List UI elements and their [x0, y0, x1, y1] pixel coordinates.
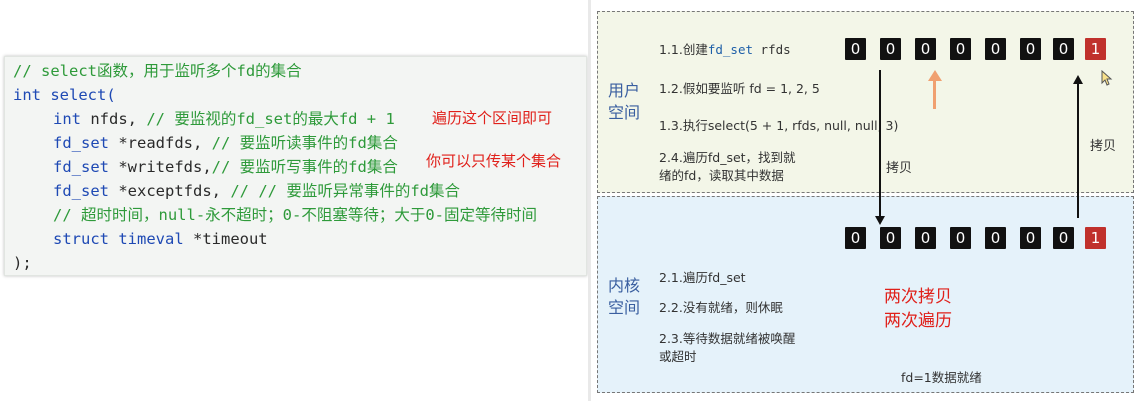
- copy-down-label: 拷贝: [886, 161, 913, 176]
- step-1-1-prefix: 1.1.创建: [659, 42, 708, 57]
- user-bit-2: 0: [915, 38, 936, 60]
- user-bit-5: 0: [1020, 38, 1041, 60]
- user-bit-1: 0: [880, 38, 901, 60]
- summary-two-copies: 两次拷贝: [884, 287, 952, 307]
- copy-down-arrow-line: [879, 70, 881, 218]
- code-param-exceptfds: *exceptfds,: [109, 182, 231, 200]
- copy-up-label: 拷贝: [1090, 139, 1117, 154]
- code-keyword-int-nfds: int: [53, 110, 81, 128]
- code-line-close: );: [13, 254, 32, 272]
- code-type-timeval: timeval: [109, 230, 184, 248]
- user-bit-6: 0: [1053, 38, 1074, 60]
- summary-two-traversals: 两次遍历: [884, 311, 952, 331]
- step-2-4-line1: 2.4.遍历fd_set，找到就: [659, 150, 796, 165]
- kernel-bit-6: 0: [1053, 227, 1074, 249]
- code-param-writefds: *writefds,: [109, 158, 212, 176]
- step-1-1-type: fd_set: [707, 42, 754, 57]
- copy-up-arrow-line: [1077, 83, 1079, 218]
- code-line-nfds: int nfds, // 要监视的fd_set的最大fd + 1: [53, 107, 395, 131]
- step-2-1: 2.1.遍历fd_set: [659, 270, 746, 285]
- step-1-2: 1.2.假如要监听 fd = 1, 2, 5: [659, 81, 820, 96]
- code-line-timeout: struct timeval *timeout: [53, 227, 268, 251]
- copy-down-arrowhead-icon: [875, 216, 885, 225]
- code-line-writefds: fd_set *writefds,// 要监听写事件的fd集合: [53, 155, 398, 179]
- kernel-bit-2: 0: [915, 227, 936, 249]
- kernel-bit-7: 1: [1085, 227, 1106, 249]
- note-pass-any-set: 你可以只传某个集合: [426, 152, 562, 170]
- user-space-label: 用户 空间: [604, 80, 644, 124]
- kernel-bit-5: 0: [1020, 227, 1041, 249]
- step-2-4-line2: 绪的fd，读取其中数据: [659, 168, 784, 183]
- copy-up-arrowhead-icon: [1073, 75, 1083, 84]
- code-type-readfds: fd_set: [53, 134, 109, 152]
- summary-note: 两次拷贝 两次遍历: [884, 285, 952, 333]
- code-type-exceptfds: fd_set: [53, 182, 109, 200]
- code-line-signature: int select(: [13, 83, 116, 107]
- user-bit-4: 0: [985, 38, 1006, 60]
- code-keyword-int: int: [13, 86, 41, 104]
- code-comment-select: // select函数，用于监听多个fd的集合: [13, 62, 302, 80]
- kernel-space-label-line2: 空间: [607, 298, 640, 317]
- step-1-1-var: rfds: [753, 42, 791, 57]
- step-2-3-line1: 2.3.等待数据就绪被唤醒: [659, 331, 796, 346]
- user-space-label-line1: 用户: [607, 81, 640, 100]
- code-line-exceptfds: fd_set *exceptfds, // // 要监听异常事件的fd集合: [53, 179, 460, 203]
- fd-ready-note: fd=1数据就绪: [901, 370, 982, 385]
- kernel-space-label: 内核 空间: [604, 275, 644, 319]
- step-2-4: 2.4.遍历fd_set，找到就 绪的fd，读取其中数据: [659, 149, 796, 185]
- code-keyword-struct: struct: [53, 230, 109, 248]
- panel-divider: [588, 0, 591, 401]
- step-1-1: 1.1.创建fd_set rfds: [659, 41, 791, 59]
- user-bit-0: 0: [845, 38, 866, 60]
- code-comment-nfds: // 要监视的fd_set的最大fd + 1: [146, 110, 395, 128]
- code-param-timeout: *timeout: [183, 230, 268, 248]
- kernel-bit-0: 0: [845, 227, 866, 249]
- note-traverse-range: 遍历这个区间即可: [432, 109, 553, 127]
- kernel-bit-3: 0: [950, 227, 971, 249]
- step-2-3-line2: 或超时: [659, 349, 697, 364]
- kernel-space-label-line1: 内核: [607, 276, 640, 295]
- code-line-readfds: fd_set *readfds, // 要监听读事件的fd集合: [53, 131, 398, 155]
- code-type-writefds: fd_set: [53, 158, 109, 176]
- user-bit-7: 1: [1085, 38, 1106, 60]
- code-comment-readfds: // 要监听读事件的fd集合: [211, 134, 398, 152]
- step-2-2: 2.2.没有就绪，则休眠: [659, 300, 783, 315]
- mouse-cursor-icon: [1101, 70, 1113, 86]
- code-param-nfds: nfds,: [81, 110, 147, 128]
- user-bit-3: 0: [950, 38, 971, 60]
- kernel-bit-1: 0: [880, 227, 901, 249]
- hint-arrow-stem: [933, 80, 936, 109]
- step-2-3: 2.3.等待数据就绪被唤醒 或超时: [659, 330, 795, 366]
- code-function-name: select(: [41, 86, 116, 104]
- code-comment-exceptfds: // // 要监听异常事件的fd集合: [230, 182, 460, 200]
- code-comment-writefds: // 要监听写事件的fd集合: [211, 158, 398, 176]
- code-param-readfds: *readfds,: [109, 134, 212, 152]
- kernel-bit-4: 0: [985, 227, 1006, 249]
- code-comment-timeout: // 超时时间，null-永不超时；0-不阻塞等待；大于0-固定等待时间: [53, 206, 537, 224]
- user-space-label-line2: 空间: [607, 103, 640, 122]
- step-1-3: 1.3.执行select(5 + 1, rfds, null, null, 3): [659, 118, 899, 133]
